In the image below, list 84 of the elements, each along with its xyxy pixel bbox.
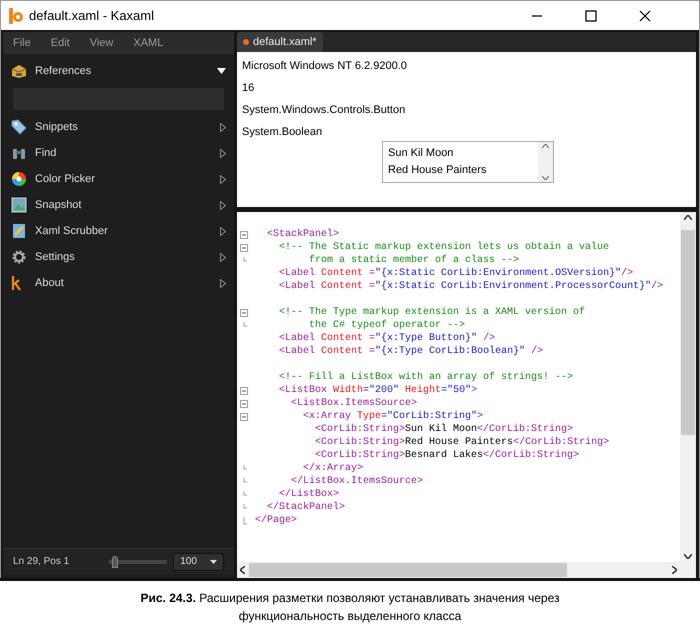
- preview-label: System.Boolean: [242, 125, 324, 140]
- fold-end-icon: [243, 516, 248, 524]
- cursor-position: Ln 29, Pos 1: [13, 555, 70, 569]
- code-line: </Page>: [255, 514, 298, 527]
- collapse-icon[interactable]: [240, 230, 248, 238]
- figure-caption: Рис. 24.3. Расширения разметки позволяют устанавливать значения через функциональность выделенного класса: [139, 590, 561, 625]
- box-icon: [11, 63, 27, 79]
- zoom-slider[interactable]: [109, 554, 168, 568]
- list-box[interactable]: Sun Kil Moon Red House Painters: [382, 141, 554, 183]
- sidebar-item[interactable]: Settings: [3, 244, 234, 270]
- code-line: <StackPanel>: [266, 228, 340, 241]
- settings-icon: [11, 249, 27, 265]
- code-line: <Label Content ="{x:Type CorLib:Boolean}" />: [278, 345, 544, 358]
- code-line: <CorLib:String>Red House Painters</CorLib:String>: [314, 436, 610, 449]
- code-line: </ListBox>: [278, 488, 340, 501]
- fold-line-icon: [243, 464, 248, 472]
- code-line: <!-- Fill a ListBox with an array of strings! -->: [278, 371, 574, 384]
- vertical-scrollbar[interactable]: [680, 212, 696, 562]
- slider-thumb[interactable]: [112, 556, 118, 568]
- collapsed-arrow-icon: [220, 122, 226, 132]
- menu-item[interactable]: File: [13, 34, 31, 52]
- sidebar-item[interactable]: Snippets: [3, 114, 234, 140]
- sidebar-item[interactable]: Find: [3, 140, 234, 166]
- close-icon[interactable]: [639, 10, 651, 22]
- collapse-icon[interactable]: [240, 400, 248, 408]
- image-icon: [11, 197, 27, 213]
- code-line: the C# typeof operator -->: [308, 319, 466, 332]
- caret-icon: [210, 560, 217, 564]
- menu-item[interactable]: View: [90, 34, 114, 52]
- collapsed-arrow-icon: [220, 200, 226, 210]
- zoom-dropdown[interactable]: 100: [173, 552, 224, 570]
- maximize-icon[interactable]: [585, 10, 597, 22]
- sidebar-item[interactable]: References: [3, 58, 234, 84]
- collapsed-arrow-icon: [220, 174, 226, 184]
- fold-line-icon: [243, 490, 248, 498]
- sidebar-item[interactable]: About: [3, 270, 234, 296]
- collapse-icon[interactable]: [240, 244, 248, 252]
- code-line: <Label Content ="{x:Type Button}" />: [278, 332, 496, 345]
- collapse-icon[interactable]: [240, 386, 248, 394]
- fold-line-icon: [243, 322, 248, 330]
- preview-label: System.Windows.Controls.Button: [242, 103, 406, 118]
- collapsed-arrow-icon: [220, 226, 226, 236]
- code-line: <ListBox.ItemsSource>: [290, 397, 418, 410]
- sidebar-item[interactable]: Snapshot: [3, 192, 234, 218]
- fold-line-icon: [243, 478, 248, 486]
- horizontal-scrollbar[interactable]: [237, 562, 696, 578]
- preview-label: 16: [242, 81, 256, 96]
- code-line: <!-- The Static markup extension lets us obtain a value: [278, 241, 610, 254]
- code-line: from a static member of a class -->: [308, 254, 520, 267]
- document-icon: [11, 223, 27, 239]
- code-line: <x:Array Type="CorLib:String">: [302, 410, 484, 423]
- code-line: <CorLib:String>Besnard Lakes</CorLib:String>: [314, 449, 580, 462]
- code-line: </x:Array>: [302, 462, 364, 475]
- list-item[interactable]: Sun Kil Moon: [388, 145, 538, 162]
- collapse-icon[interactable]: [240, 308, 248, 316]
- app-logo-icon: [9, 8, 23, 24]
- editor-tab[interactable]: default.xaml*: [237, 32, 323, 52]
- code-line: <Label Content ="{x:Static CorLib:Environment.ProcessorCount}"/>: [278, 280, 664, 293]
- code-line: <CorLib:String>Sun Kil Moon</CorLib:String>: [314, 423, 574, 436]
- collapsed-arrow-icon: [220, 252, 226, 262]
- sidebar-item[interactable]: Xaml Scrubber: [3, 218, 234, 244]
- menu-item[interactable]: Edit: [50, 34, 70, 52]
- collapsed-arrow-icon: [220, 278, 226, 288]
- fold-line-icon: [243, 504, 248, 512]
- code-line: <ListBox Width="200" Height="50">: [278, 384, 478, 397]
- code-line: </StackPanel>: [266, 501, 346, 514]
- scrollbar[interactable]: [538, 142, 553, 182]
- color-wheel-icon: [11, 171, 27, 187]
- scrollbar-thumb[interactable]: [249, 563, 567, 577]
- preview-label: Microsoft Windows NT 6.2.9200.0: [242, 59, 408, 74]
- tag-icon: [11, 119, 27, 135]
- code-line: <!-- The Type markup extension is a XAML version of: [278, 306, 586, 319]
- menu-item[interactable]: XAML: [133, 34, 164, 52]
- sidebar-item[interactable]: Color Picker: [3, 166, 234, 192]
- collapse-icon[interactable]: [240, 412, 248, 420]
- expanded-arrow-icon: [217, 68, 226, 74]
- fold-line-icon: [243, 256, 248, 264]
- code-editor[interactable]: [237, 212, 696, 578]
- collapsed-arrow-icon: [220, 148, 226, 158]
- code-line: <Label Content ="{x:Static CorLib:Environment.OSVersion}"/>: [278, 267, 634, 280]
- code-line: </ListBox.ItemsSource>: [290, 475, 424, 488]
- window-title: default.xaml - Kaxaml: [29, 6, 154, 25]
- scrollbar-thumb[interactable]: [681, 230, 695, 435]
- list-item[interactable]: Red House Painters: [388, 162, 538, 179]
